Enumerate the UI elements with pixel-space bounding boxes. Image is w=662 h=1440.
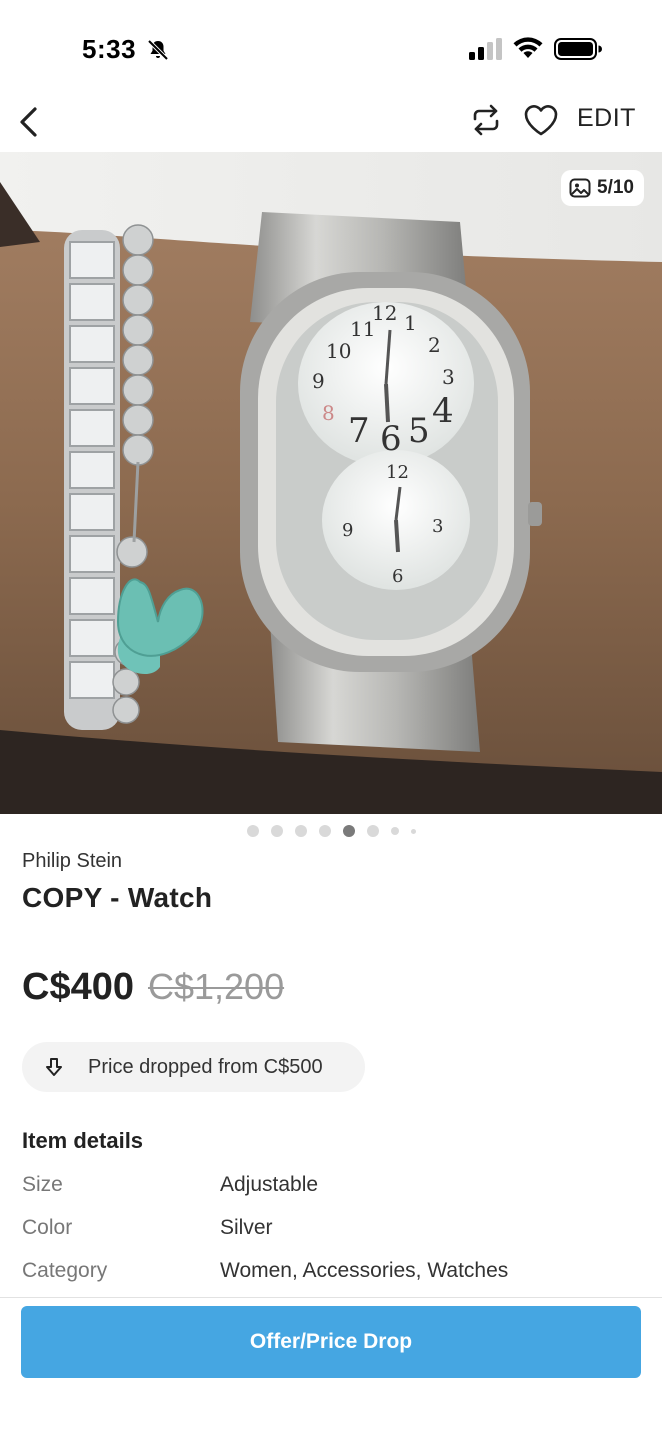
bell-slash-icon [147,39,169,61]
svg-text:11: 11 [350,317,375,341]
carousel-dot-active[interactable] [342,825,355,837]
brand-name[interactable]: Philip Stein [22,850,122,873]
item-title: COPY - Watch [22,882,213,913]
original-price: C$1,200 [147,966,285,1007]
status-time: 5:33 [82,34,137,64]
carousel-dot[interactable] [318,825,331,837]
svg-text:12: 12 [372,301,397,325]
chevron-left-icon[interactable] [14,100,46,144]
detail-row-category: Category Women, Accessories, Watches [22,1259,642,1289]
detail-value: Adjustable [220,1173,319,1196]
svg-text:4: 4 [432,391,454,431]
price-drop-text: Price dropped from C$500 [88,1055,323,1078]
watch-photo-illustration: 12 1 2 3 11 10 9 8 7 6 5 4 12 3 9 6 [0,152,662,814]
photo-counter-text: 5/10 [597,177,634,198]
carousel-dot[interactable] [366,825,379,837]
carousel-dot[interactable] [270,825,283,837]
svg-text:5: 5 [408,411,430,451]
arrow-down-icon [46,1058,62,1076]
current-price: C$400 [22,966,134,1008]
detail-row-color: Color Silver [22,1216,642,1246]
svg-text:12: 12 [386,462,409,483]
carousel-dots [0,823,662,839]
svg-text:6: 6 [380,419,402,459]
wifi-icon [513,37,543,58]
price-drop-badge: Price dropped from C$500 [22,1042,365,1092]
svg-text:9: 9 [312,369,325,393]
repost-icon[interactable] [468,102,504,138]
detail-label: Size [22,1173,63,1196]
detail-row-size: Size Adjustable [22,1173,642,1203]
svg-text:3: 3 [432,516,443,537]
price-row: C$400 C$1,200 [22,966,284,1009]
product-photo[interactable]: 12 1 2 3 11 10 9 8 7 6 5 4 12 3 9 6 5/10 [0,152,662,814]
heart-icon[interactable] [522,102,560,138]
carousel-dot[interactable] [410,828,416,834]
gallery-icon [569,178,591,198]
nav-bar: EDIT [0,96,662,152]
carousel-dot[interactable] [390,827,399,835]
svg-text:3: 3 [442,365,455,389]
svg-text:7: 7 [348,411,370,451]
svg-text:6: 6 [392,566,403,587]
detail-label: Color [22,1216,73,1239]
bottom-divider [0,1297,662,1298]
item-details-heading: Item details [22,1128,144,1153]
photo-counter-badge[interactable]: 5/10 [561,170,644,206]
svg-text:10: 10 [326,339,351,363]
carousel-dot[interactable] [294,825,307,837]
status-bar: 5:33 [0,0,662,96]
svg-text:8: 8 [322,401,335,425]
detail-value[interactable]: Silver [220,1216,273,1240]
carousel-dot[interactable] [246,825,259,837]
cellular-signal-icon [469,38,502,60]
svg-text:2: 2 [428,333,441,357]
offer-price-drop-button[interactable]: Offer/Price Drop [21,1306,641,1378]
detail-label: Category [22,1259,108,1282]
edit-button[interactable]: EDIT [577,104,636,133]
battery-icon [554,38,602,60]
detail-value[interactable]: Women, Accessories, Watches [220,1259,508,1283]
svg-text:9: 9 [342,520,353,541]
svg-text:1: 1 [404,311,417,335]
